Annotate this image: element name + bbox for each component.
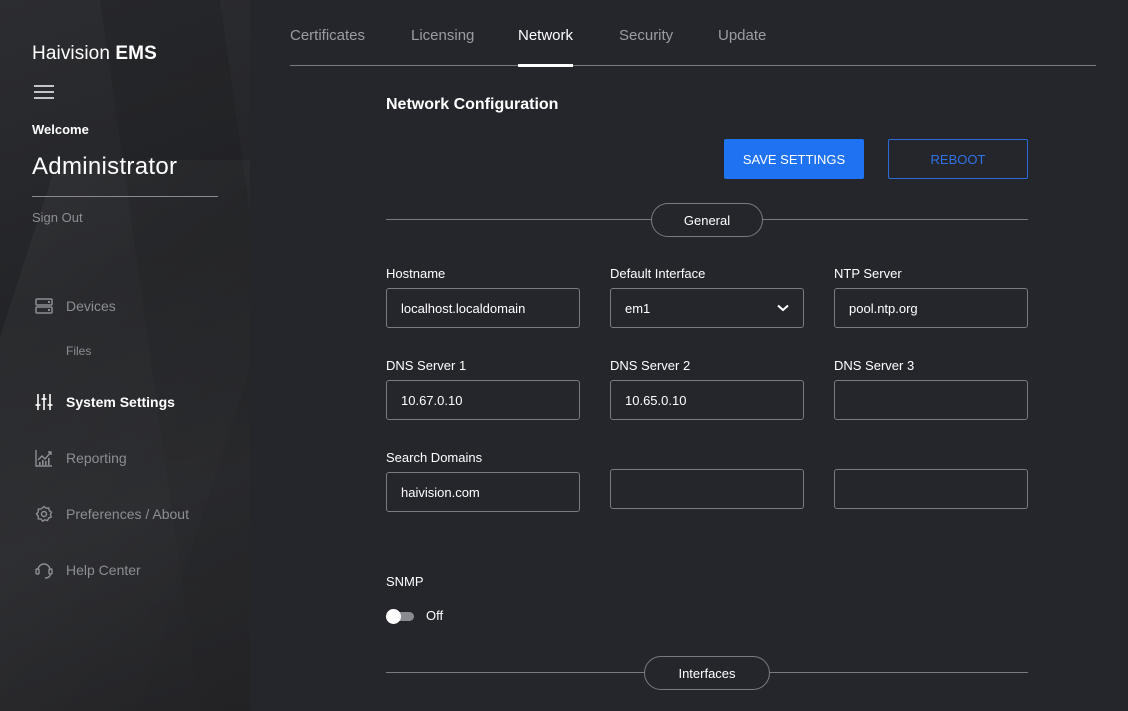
dns-server-2-label: DNS Server 2 xyxy=(610,358,691,373)
sidebar-item-preferences[interactable]: Preferences / About xyxy=(32,504,189,524)
search-domain-input-2[interactable] xyxy=(610,469,804,509)
server-icon xyxy=(32,296,56,316)
snmp-toggle[interactable] xyxy=(386,609,414,624)
chart-icon xyxy=(32,448,56,468)
tab-bar: Certificates Licensing Network Security … xyxy=(290,0,1096,67)
sidebar-item-reporting[interactable]: Reporting xyxy=(32,448,127,468)
headset-icon xyxy=(32,560,56,580)
dns-server-2-input[interactable] xyxy=(610,380,804,420)
sidebar-item-label: Help Center xyxy=(66,562,141,578)
section-title-general: General xyxy=(651,203,763,237)
dns-server-3-label: DNS Server 3 xyxy=(834,358,915,373)
tab-certificates[interactable]: Certificates xyxy=(290,27,365,66)
search-domains-label: Search Domains xyxy=(386,450,483,465)
default-interface-select[interactable]: em1 xyxy=(610,288,804,328)
ntp-server-label: NTP Server xyxy=(834,266,902,281)
dns-server-3-input[interactable] xyxy=(834,380,1028,420)
hostname-label: Hostname xyxy=(386,266,446,281)
snmp-label: SNMP xyxy=(386,574,424,589)
default-interface-value: em1 xyxy=(625,300,651,316)
sidebar-item-label: Devices xyxy=(66,298,116,314)
toggle-knob xyxy=(386,609,401,624)
tab-security[interactable]: Security xyxy=(619,27,673,66)
ntp-server-input[interactable] xyxy=(834,288,1028,328)
sidebar-item-devices[interactable]: Devices xyxy=(32,296,116,316)
snmp-state-label: Off xyxy=(426,608,444,623)
app-logo: Haivision EMS xyxy=(32,43,157,64)
sidebar-item-system-settings[interactable]: System Settings xyxy=(32,392,175,412)
menu-icon[interactable] xyxy=(34,85,54,101)
sidebar-item-label: Reporting xyxy=(66,450,127,466)
tab-network[interactable]: Network xyxy=(518,27,574,67)
page-title: Network Configuration xyxy=(386,96,559,113)
section-title-interfaces: Interfaces xyxy=(644,656,770,690)
user-name: Administrator xyxy=(32,153,178,180)
sidebar-item-help-center[interactable]: Help Center xyxy=(32,560,141,580)
gear-icon xyxy=(32,504,56,524)
search-domain-input-3[interactable] xyxy=(834,469,1028,509)
dns-server-1-label: DNS Server 1 xyxy=(386,358,467,373)
chevron-down-icon xyxy=(777,299,789,317)
sign-out-link[interactable]: Sign Out xyxy=(32,210,83,225)
sliders-icon xyxy=(32,392,56,412)
reboot-button[interactable]: REBOOT xyxy=(888,139,1028,179)
search-domain-input-1[interactable] xyxy=(386,472,580,512)
sidebar-item-files[interactable]: Files xyxy=(66,344,91,358)
app-root: Haivision EMS Welcome Administrator Sign… xyxy=(0,0,1128,711)
welcome-label: Welcome xyxy=(32,122,89,137)
sidebar: Haivision EMS Welcome Administrator Sign… xyxy=(0,0,250,711)
tab-update[interactable]: Update xyxy=(718,27,766,66)
divider xyxy=(32,196,218,197)
section-interfaces: Interfaces xyxy=(386,656,1028,690)
default-interface-label: Default Interface xyxy=(610,266,706,281)
sidebar-item-label: Preferences / About xyxy=(66,506,189,522)
dns-server-1-input[interactable] xyxy=(386,380,580,420)
tab-licensing[interactable]: Licensing xyxy=(411,27,474,66)
hostname-input[interactable] xyxy=(386,288,580,328)
section-general: General xyxy=(386,203,1028,237)
sidebar-item-label: System Settings xyxy=(66,394,175,410)
save-settings-button[interactable]: SAVE SETTINGS xyxy=(724,139,864,179)
